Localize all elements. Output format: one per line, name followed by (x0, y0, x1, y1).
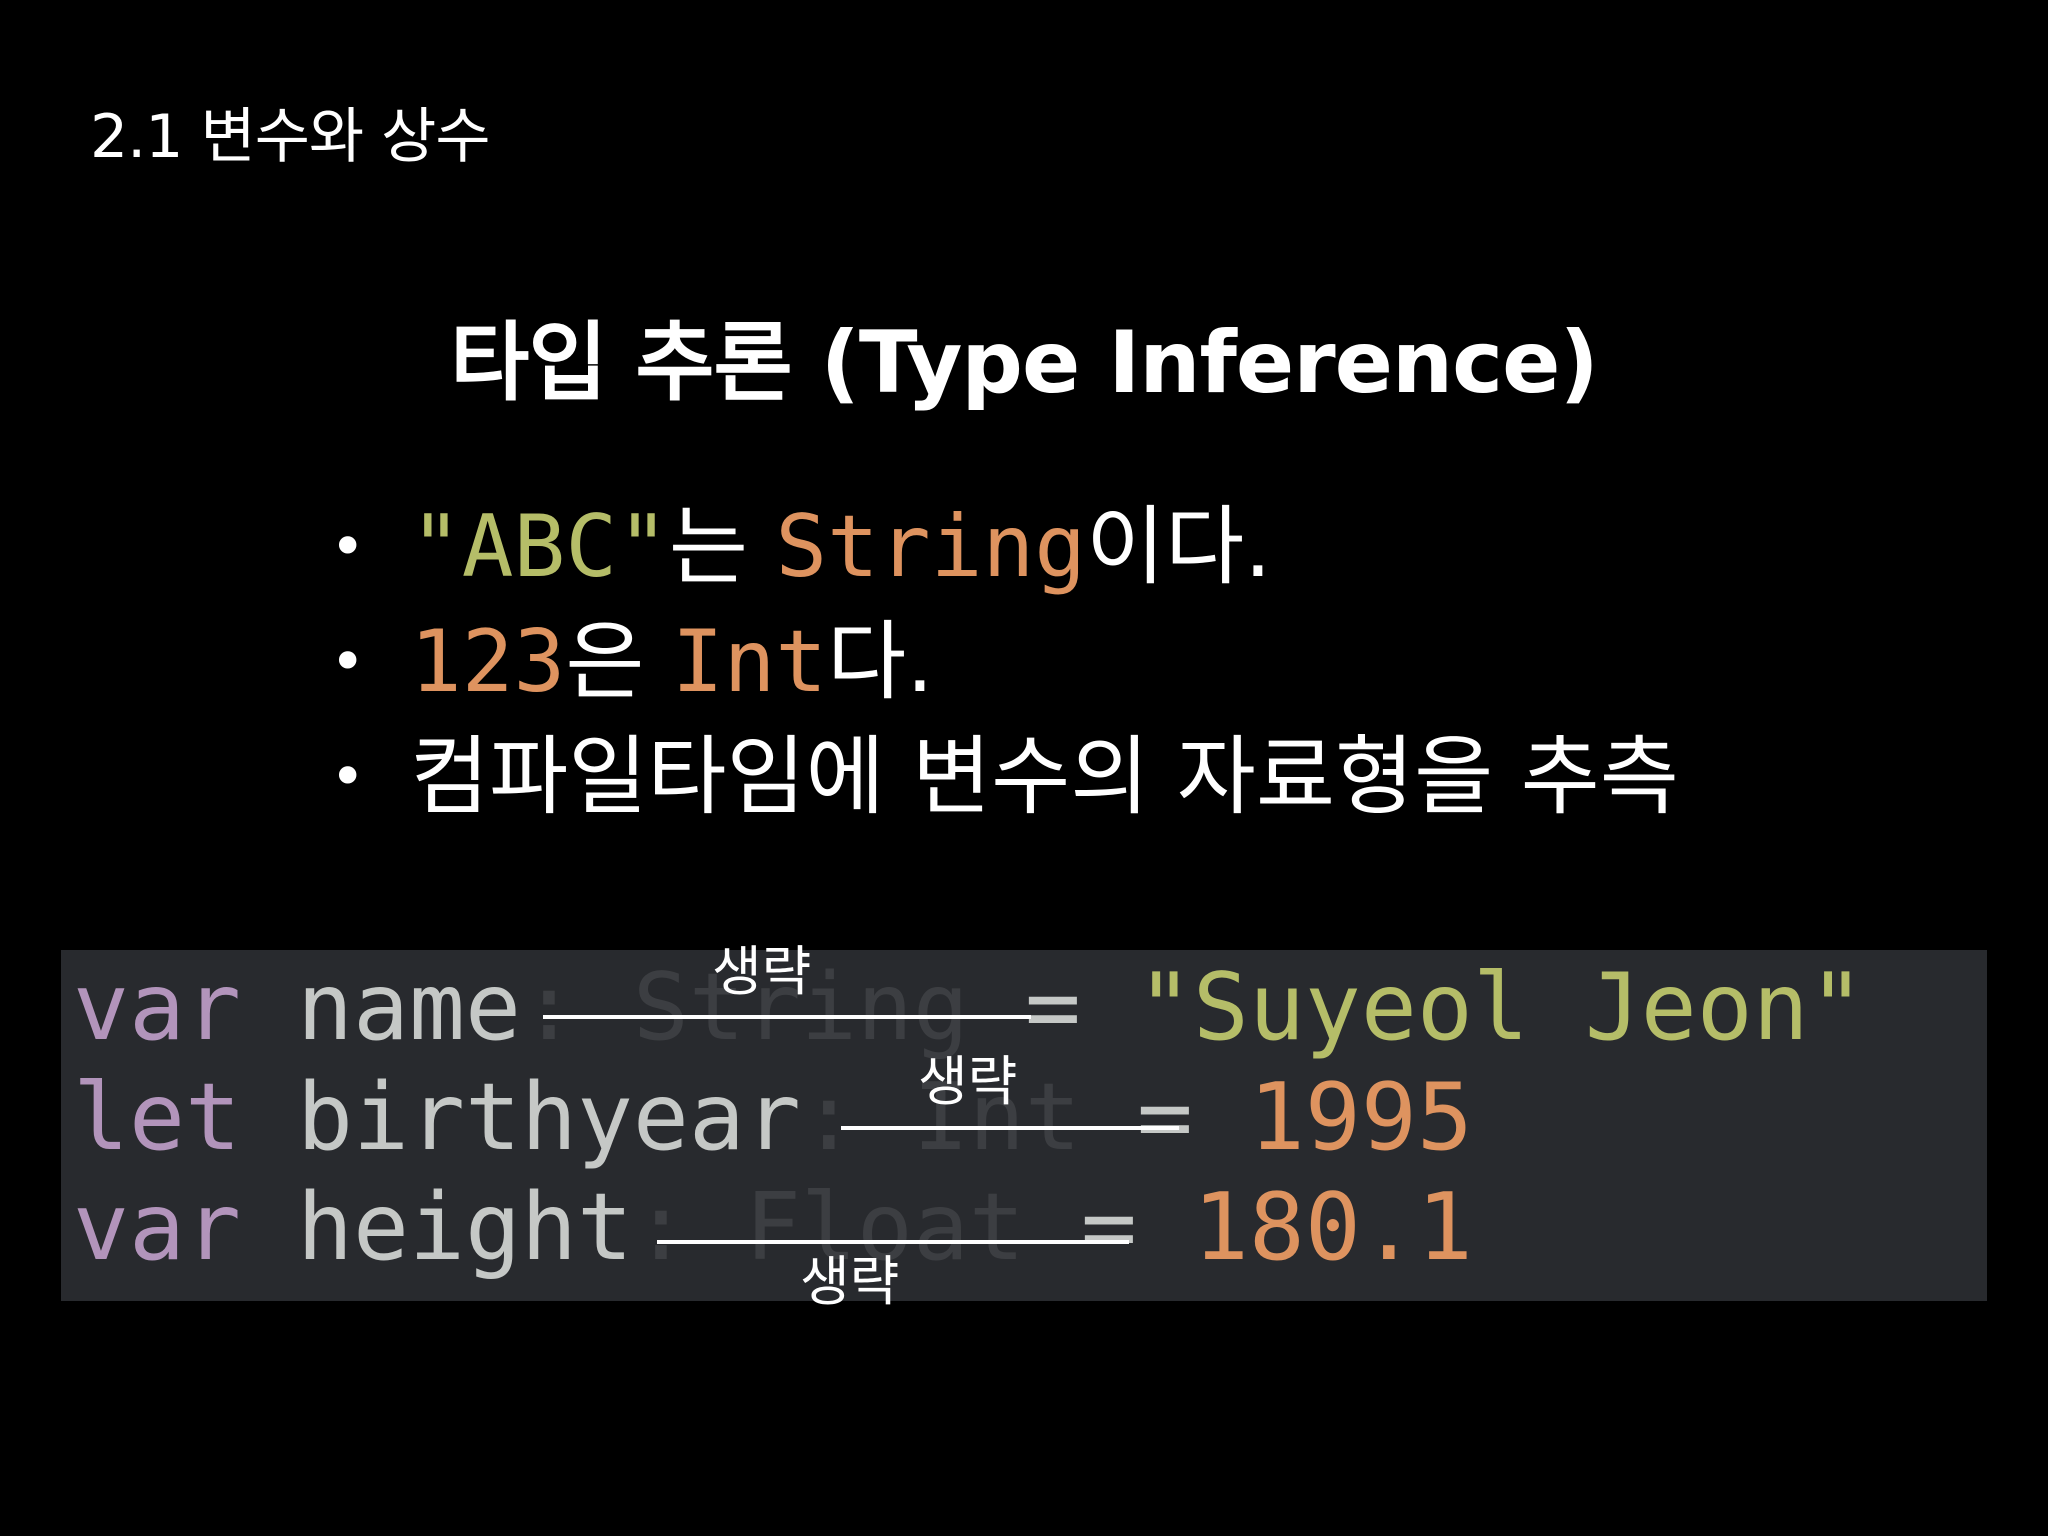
bullet-dot: • (330, 742, 366, 812)
code-identifier: birthyear (296, 1063, 801, 1171)
code-keyword: var (73, 1173, 241, 1281)
code-line-height: var height: Float = 180.1 (73, 1170, 1473, 1285)
bullet-text: 은 (565, 612, 672, 712)
code-operator: = (1080, 1173, 1137, 1281)
bullet-text: 컴파일타임에 변수의 자료형을 추측 (410, 727, 1679, 827)
bullet-compile-time: • 컴파일타임에 변수의 자료형을 추측 (330, 720, 1679, 835)
strikethrough-line (543, 1015, 1031, 1019)
bullet-dot: • (330, 512, 366, 582)
bullet-dot: • (330, 627, 366, 697)
type-name-string: String (775, 497, 1087, 597)
code-keyword: var (73, 953, 241, 1061)
section-title: 2.1 변수와 상수 (90, 102, 491, 172)
code-block: var name: String = "Suyeol Jeon" let bir… (61, 950, 1987, 1301)
code-line-birthyear: let birthyear: Int = 1995 (73, 1060, 1473, 1175)
omitted-annotation-label: 생략 (918, 1050, 1018, 1113)
omitted-annotation-label: 생략 (800, 1250, 900, 1313)
number-literal-example: 123 (410, 612, 566, 712)
bullet-int-inference: • 123은 Int다. (330, 605, 1679, 720)
code-line-name: var name: String = "Suyeol Jeon" (73, 950, 1865, 1065)
code-number-value: 1995 (1248, 1063, 1473, 1171)
string-literal-example: "ABC" (410, 497, 669, 597)
bullet-string-inference: • "ABC"는 String이다. (330, 490, 1679, 605)
code-identifier: height (296, 1173, 633, 1281)
bullet-list: • "ABC"는 String이다. • 123은 Int다. • 컴파일타임에 변수… (330, 490, 1679, 835)
code-string-value: "Suyeol Jeon" (1136, 953, 1865, 1061)
code-number-value: 180.1 (1192, 1173, 1473, 1281)
bullet-text: 다. (827, 612, 934, 712)
omitted-annotation-label: 생략 (712, 940, 812, 1003)
code-identifier: name (296, 953, 521, 1061)
type-name-int: Int (671, 612, 828, 712)
strikethrough-line (841, 1126, 1179, 1130)
code-operator: = (1136, 1063, 1193, 1171)
slide-title: 타입 추론 (Type Inference) (450, 313, 1599, 413)
code-operator: = (1024, 953, 1081, 1061)
code-keyword: let (73, 1063, 241, 1171)
strikethrough-line (657, 1240, 1129, 1244)
bullet-text: 는 (668, 497, 776, 597)
bullet-text: 이다. (1086, 497, 1272, 597)
